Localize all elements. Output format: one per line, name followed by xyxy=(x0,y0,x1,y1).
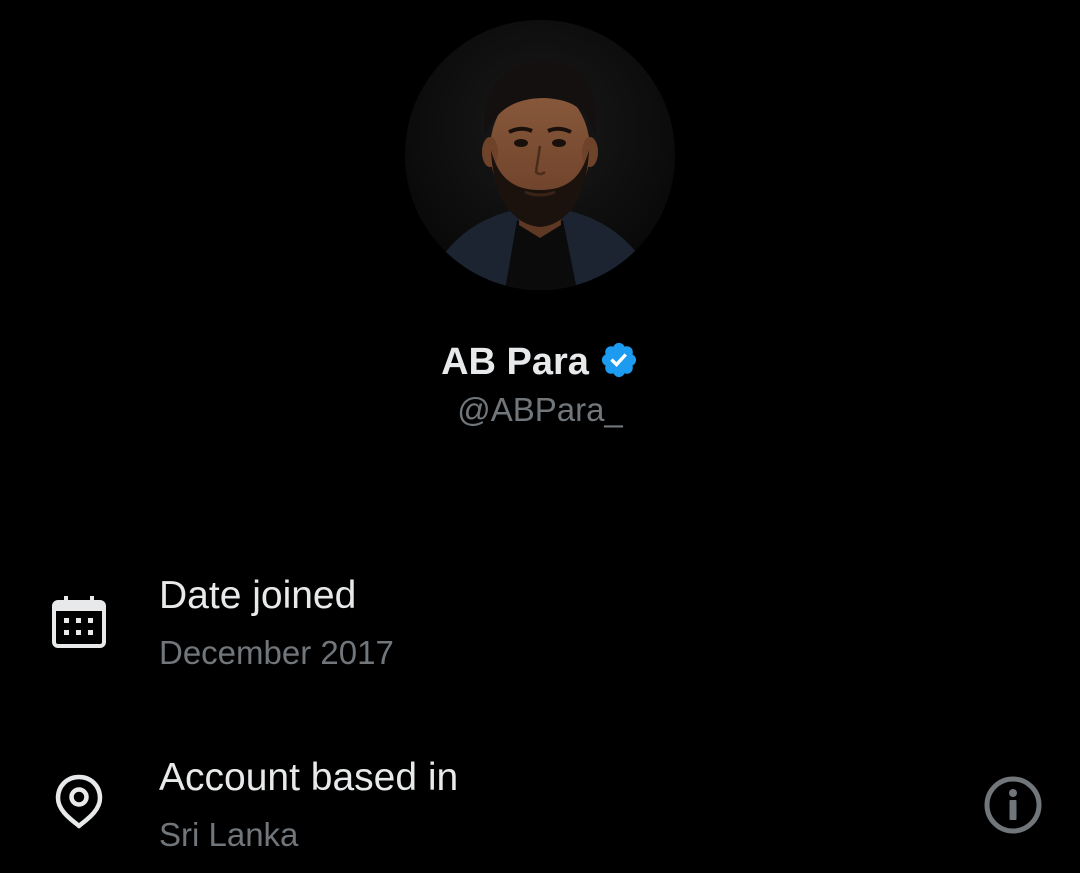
date-joined-row: Date joined December 2017 xyxy=(0,566,1080,676)
date-joined-value: December 2017 xyxy=(159,634,394,671)
avatar[interactable] xyxy=(405,20,675,290)
profile-photo xyxy=(405,20,675,290)
date-joined-label: Date joined xyxy=(159,574,357,617)
account-based-in-value: Sri Lanka xyxy=(159,816,299,853)
account-based-in-label: Account based in xyxy=(159,756,459,799)
location-pin-icon xyxy=(50,772,108,830)
verified-badge-icon[interactable] xyxy=(599,340,639,380)
calendar-icon xyxy=(50,592,108,650)
profile-handle: @ABPara_ xyxy=(457,391,623,428)
display-name: AB Para xyxy=(441,341,589,383)
info-icon[interactable] xyxy=(980,772,1046,838)
account-based-in-row: Account based in Sri Lanka xyxy=(0,748,1080,858)
profile-name-row: AB Para xyxy=(0,336,1080,388)
